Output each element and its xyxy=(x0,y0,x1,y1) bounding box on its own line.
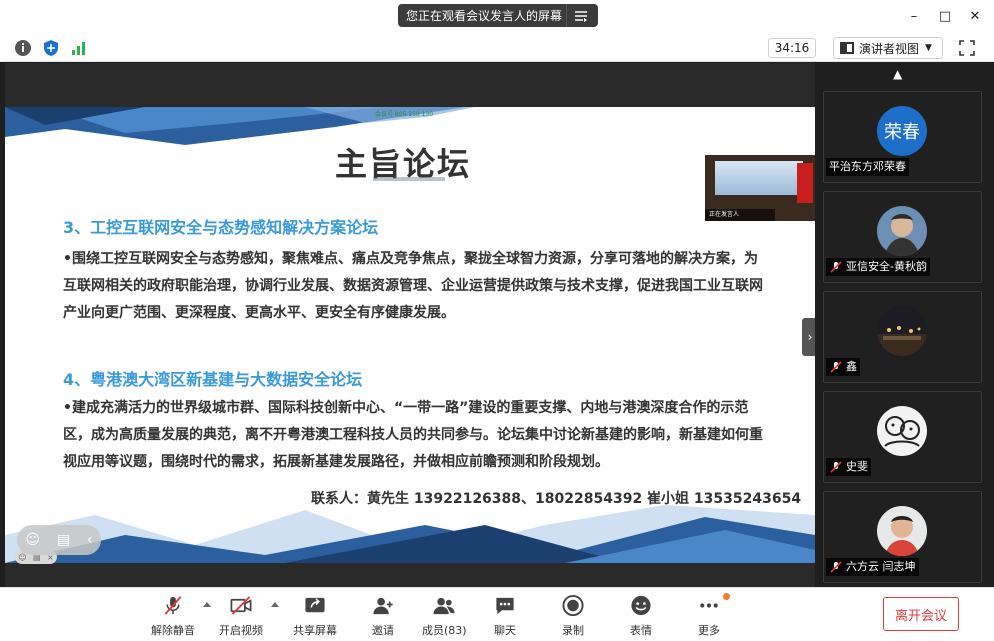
record-icon xyxy=(562,594,584,617)
screen-share-banner[interactable]: 您正在观看会议发言人的屏幕 xyxy=(398,4,598,27)
shared-screen: 会议号 805 158 130 主旨论坛 正在发言人 3、工控互联网安全与态势感… xyxy=(5,63,818,587)
maximize-button[interactable]: □ xyxy=(937,8,953,24)
participant-name-label: 史斐 xyxy=(826,458,871,476)
participant-tile[interactable]: 荣春 平治东方邓荣春 xyxy=(823,91,982,183)
record-button[interactable]: 录制 xyxy=(561,594,585,638)
view-mode-dropdown[interactable]: 演讲者视图 ▼ xyxy=(833,37,943,59)
record-label: 录制 xyxy=(562,624,584,637)
video-options-caret[interactable] xyxy=(271,602,279,607)
security-shield-icon[interactable] xyxy=(42,39,60,57)
section-3-body: •围绕工控互联网安全与态势感知，聚焦难点、痛点及竞争焦点，聚拢全球智力资源，分享… xyxy=(63,251,763,321)
maximize-icon: □ xyxy=(938,8,952,24)
meeting-info-icon[interactable] xyxy=(14,39,32,57)
members-label: 成员(83) xyxy=(422,624,467,637)
muted-mic-icon xyxy=(829,561,843,573)
floating-control-bar[interactable]: ☺ ▤ ‹ xyxy=(17,525,101,555)
emoji-icon[interactable]: ☺ xyxy=(25,532,40,548)
close-button[interactable]: ✕ xyxy=(967,8,983,24)
chat-label: 聊天 xyxy=(494,624,516,637)
muted-mic-icon xyxy=(829,361,843,373)
smiley-icon xyxy=(631,595,651,616)
reactions-button[interactable]: 表情 xyxy=(629,594,653,638)
network-signal-icon[interactable] xyxy=(70,39,88,57)
avatar xyxy=(877,306,927,356)
avatar xyxy=(877,506,927,556)
speaker-view-icon xyxy=(840,42,854,54)
avatar: 荣春 xyxy=(877,106,927,156)
section-4-body: •建成充满活力的世界级城市群、国际科技创新中心、“一带一路”建设的重要支撑、内地… xyxy=(63,400,763,470)
more-icon xyxy=(700,603,718,608)
scroll-up-icon[interactable]: ▲ xyxy=(893,67,902,81)
muted-mic-icon xyxy=(164,596,182,615)
participant-name-label: 六方云 闫志坤 xyxy=(826,558,919,576)
slide-footer-decoration xyxy=(5,505,815,563)
title-underline xyxy=(373,177,445,181)
participant-tile[interactable]: 史斐 xyxy=(823,391,982,483)
participant-name: 鑫 xyxy=(846,360,857,373)
participant-name-label: 亚信安全-黄秋韵 xyxy=(826,258,930,276)
leave-meeting-button[interactable]: 离开会议 xyxy=(883,597,959,631)
fullscreen-icon[interactable] xyxy=(958,39,976,57)
meeting-timer: 34:16 xyxy=(768,38,816,58)
participant-tile[interactable]: 亚信安全-黄秋韵 xyxy=(823,191,982,283)
more-button[interactable]: 更多 xyxy=(697,594,721,638)
add-user-icon xyxy=(373,597,393,615)
share-screen-button[interactable]: 共享屏幕 xyxy=(293,594,337,638)
participant-name-label: 平治东方邓荣春 xyxy=(826,158,909,176)
muted-mic-icon xyxy=(829,261,843,273)
collapse-icon[interactable]: ‹ xyxy=(87,532,93,548)
thumbnail-label: 正在发言人 xyxy=(705,209,775,221)
video-off-icon xyxy=(230,596,252,615)
chevron-right-icon: › xyxy=(807,330,813,344)
banner-menu-icon[interactable] xyxy=(566,4,594,27)
section-4-title: 4、粤港澳大湾区新基建与大数据安全论坛 xyxy=(63,370,363,389)
start-video-label: 开启视频 xyxy=(219,624,263,637)
more-label: 更多 xyxy=(698,624,720,637)
invite-label: 邀请 xyxy=(372,624,394,637)
chat-icon xyxy=(496,597,514,615)
share-screen-label: 共享屏幕 xyxy=(293,624,337,637)
participant-name-label: 鑫 xyxy=(826,358,860,376)
share-banner-text: 您正在观看会议发言人的屏幕 xyxy=(406,9,563,23)
minimize-button[interactable]: – xyxy=(906,8,922,24)
view-mode-label: 演讲者视图 xyxy=(859,41,920,56)
section-3-title: 3、工控互联网安全与态势感知解决方案论坛 xyxy=(63,218,379,237)
chat-button[interactable]: 聊天 xyxy=(493,594,517,638)
chat-icon[interactable]: ▤ xyxy=(57,532,70,548)
unmute-label: 解除静音 xyxy=(151,624,195,637)
speaker-thumbnail: 正在发言人 xyxy=(705,155,815,221)
start-video-button[interactable]: 开启视频 xyxy=(219,594,263,638)
thumbnail-flag xyxy=(797,163,813,203)
participant-name: 亚信安全-黄秋韵 xyxy=(846,260,927,273)
avatar xyxy=(877,406,927,456)
info-toolbar: 34:16 演讲者视图 ▼ xyxy=(0,33,994,62)
participant-tile[interactable]: 鑫 xyxy=(823,291,982,383)
thumbnail-stage-screen xyxy=(715,161,803,195)
invite-button[interactable]: 邀请 xyxy=(371,594,395,638)
title-bar: 您正在观看会议发言人的屏幕 – □ ✕ xyxy=(0,0,994,33)
participant-name: 平治东方邓荣春 xyxy=(829,160,906,173)
audio-options-caret[interactable] xyxy=(203,602,211,607)
chevron-down-icon: ▼ xyxy=(925,43,932,53)
share-screen-icon xyxy=(305,597,325,613)
participant-name: 六方云 闫志坤 xyxy=(846,560,916,573)
avatar xyxy=(877,206,927,256)
close-icon: ✕ xyxy=(969,8,981,24)
participant-gallery: ▲ 荣春 平治东方邓荣春 亚信安全-黄秋韵 鑫 史斐 六方云 闫志坤 xyxy=(815,63,994,587)
minimize-icon: – xyxy=(910,8,918,24)
participant-name: 史斐 xyxy=(846,460,868,473)
reactions-label: 表情 xyxy=(630,624,652,637)
presentation-slide: 会议号 805 158 130 主旨论坛 正在发言人 3、工控互联网安全与态势感… xyxy=(5,107,815,563)
members-button[interactable]: 成员(83) xyxy=(422,594,467,638)
meeting-window: 您正在观看会议发言人的屏幕 – □ ✕ 34:16 演讲者视图 ▼ 会议号 80… xyxy=(0,0,994,641)
participant-tile[interactable]: 六方云 闫志坤 xyxy=(823,491,982,583)
unmute-button[interactable]: 解除静音 xyxy=(151,594,195,638)
notification-dot xyxy=(723,593,730,600)
meeting-toolbar: 解除静音 开启视频 共享屏幕 邀请 成员(83) 聊天 录制 表情 更多 离开会… xyxy=(0,587,994,641)
members-icon xyxy=(433,597,455,615)
meeting-id-overlay: 会议号 805 158 130 xyxy=(375,111,434,118)
muted-mic-icon xyxy=(829,461,843,473)
